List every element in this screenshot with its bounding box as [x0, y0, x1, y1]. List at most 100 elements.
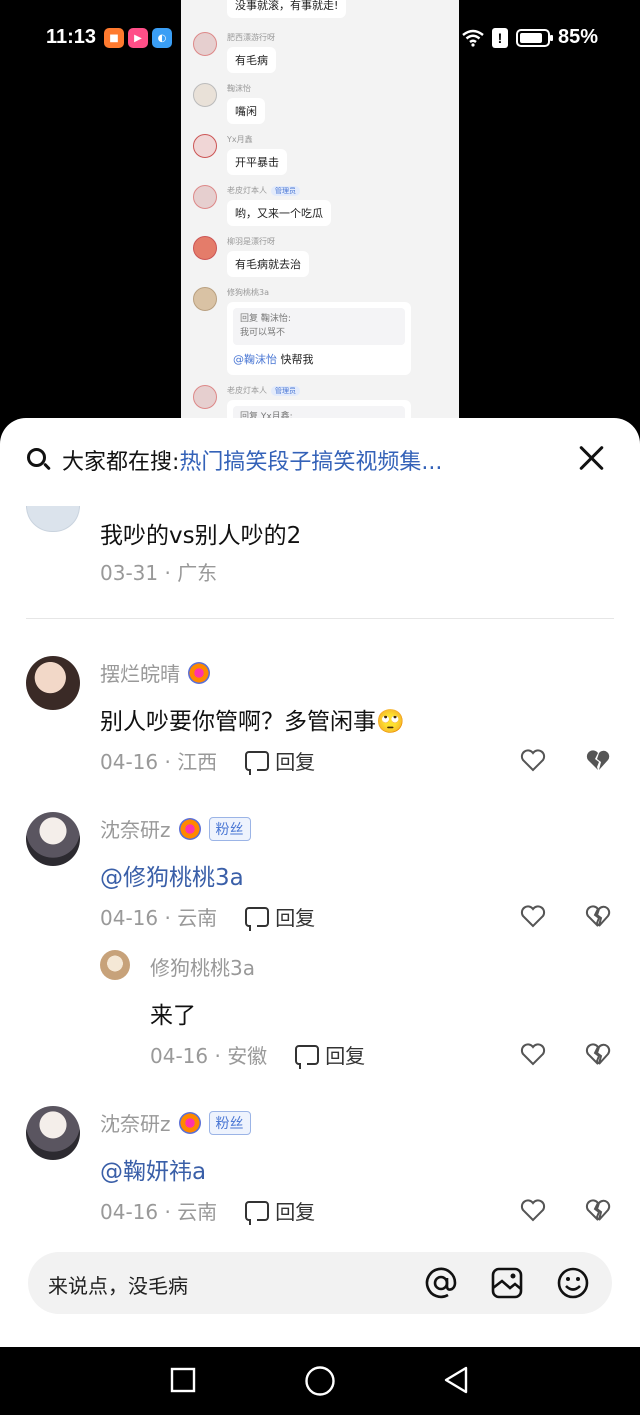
- video-message: 老皮灯本人 管理员 回复 Yx月鑫:: [193, 385, 411, 420]
- comment-meta: 04-16 · 江西 回复: [100, 746, 315, 775]
- like-heart-icon[interactable]: [520, 748, 546, 772]
- admin-tag: 管理员: [271, 185, 300, 196]
- video-name-row: 老皮灯本人 管理员: [227, 385, 411, 396]
- comment-meta: 04-16 · 安徽 回复: [150, 1040, 365, 1069]
- video-name: 老皮灯本人: [227, 186, 267, 195]
- reply-icon: [245, 1200, 270, 1225]
- comment-date: 04-16 · 江西: [100, 750, 218, 774]
- author-avatar[interactable]: [26, 506, 80, 532]
- like-heart-icon[interactable]: [520, 904, 546, 928]
- reply-label: 回复: [325, 1044, 366, 1068]
- comment-meta: 04-16 · 云南 回复: [100, 1196, 315, 1225]
- avatar: [193, 385, 217, 409]
- video-message: 鞠沫怡 嘴闲: [193, 83, 265, 124]
- status-time: 11:13: [46, 26, 97, 48]
- search-suggestion[interactable]: 大家都在搜: 热门搞笑段子搞笑视频集...: [26, 440, 614, 480]
- like-heart-icon[interactable]: [520, 1042, 546, 1066]
- close-icon[interactable]: [578, 444, 606, 472]
- divider: [26, 618, 614, 619]
- comment-mention-link[interactable]: @修狗桃桃3a: [100, 858, 244, 892]
- dislike-icon[interactable]: [585, 748, 611, 772]
- admin-tag: 管理员: [271, 385, 300, 396]
- avatar: [193, 287, 217, 311]
- reply-icon: [245, 750, 270, 775]
- quote-line: 我可以骂不: [240, 327, 286, 338]
- fan-tag: 粉丝: [208, 816, 251, 841]
- quote-line: 回复 鞠沫怡:: [240, 314, 291, 324]
- comment-author[interactable]: 摆烂皖晴: [100, 658, 180, 687]
- video-name: 老皮灯本人: [227, 386, 267, 395]
- comment-input-placeholder: 来说点，没毛病: [48, 1274, 188, 1298]
- search-icon: [26, 447, 52, 473]
- avatar[interactable]: [26, 812, 80, 866]
- fan-tag: 粉丝: [208, 1110, 251, 1135]
- avatar: [193, 185, 217, 209]
- comment-date: 04-16 · 安徽: [150, 1044, 268, 1068]
- battery-percent: 85%: [557, 26, 598, 48]
- avatar: [193, 32, 217, 56]
- video-bubble: 开平暴击: [227, 149, 287, 175]
- video-bubble: 回复 Yx月鑫:: [227, 400, 411, 420]
- like-heart-icon[interactable]: [520, 1198, 546, 1222]
- reply-icon: [295, 1044, 320, 1069]
- avatar[interactable]: [26, 656, 80, 710]
- reply-button[interactable]: 回复: [295, 1040, 365, 1069]
- reply-button[interactable]: 回复: [245, 1196, 315, 1225]
- video-bubble: 没事就滚，有事就走!: [227, 0, 347, 18]
- video-name: Yx月鑫: [227, 135, 253, 144]
- video-message: 老皮灯本人 管理员 哟，又来一个吃瓜: [193, 185, 331, 226]
- level-badge-icon: [188, 661, 210, 684]
- alert-icon: !: [491, 27, 508, 48]
- reply-button[interactable]: 回复: [245, 746, 315, 775]
- video-message: 柳羽是漂行呀 有毛病就去治: [193, 236, 309, 277]
- reply-button[interactable]: 回复: [245, 902, 315, 931]
- video-name: 肥西漂游行呀: [227, 33, 275, 42]
- wifi-icon: [462, 29, 484, 47]
- video-message: 修狗桃桃3a 回复 鞠沫怡: 我可以骂不 @鞠沫怡 快帮我: [193, 287, 411, 375]
- video-text: 快帮我: [277, 353, 314, 366]
- dislike-icon[interactable]: [585, 1198, 611, 1222]
- reply-label: 回复: [275, 750, 316, 774]
- recents-square-icon[interactable]: [170, 1367, 196, 1393]
- video-bubble: 哟，又来一个吃瓜: [227, 200, 331, 226]
- browser-icon: ◐: [152, 28, 172, 48]
- search-label: 大家都在搜:: [62, 450, 180, 475]
- dislike-icon[interactable]: [585, 1042, 611, 1066]
- video-name-row: 老皮灯本人 管理员: [227, 185, 331, 196]
- avatar[interactable]: [100, 950, 130, 980]
- system-nav-bar: [0, 1347, 640, 1415]
- comment-author-row: 摆烂皖晴: [100, 658, 210, 687]
- taobao-icon: ■: [104, 28, 124, 48]
- video-bubble: 有毛病: [227, 47, 276, 73]
- comment-author[interactable]: 沈奈研z: [100, 814, 171, 843]
- comment-sheet: 大家都在搜: 热门搞笑段子搞笑视频集... 我吵的vs别人吵的2 03-31 ·…: [0, 418, 640, 1347]
- post-caption: 我吵的vs别人吵的2: [100, 523, 302, 549]
- back-triangle-icon[interactable]: [442, 1365, 470, 1395]
- search-term-link[interactable]: 热门搞笑段子搞笑视频集...: [179, 444, 442, 476]
- video-name: 修狗桃桃3a: [227, 288, 269, 297]
- comment-input[interactable]: 来说点，没毛病: [28, 1252, 612, 1314]
- comment-author-row: 沈奈研z 粉丝: [100, 1108, 251, 1137]
- emoji-icon[interactable]: [556, 1266, 590, 1300]
- video-mention: @鞠沫怡: [233, 353, 277, 366]
- avatar[interactable]: [26, 1106, 80, 1160]
- battery-icon: [515, 28, 553, 47]
- video-bubble: 有毛病就去治: [227, 251, 309, 277]
- level-badge-icon: [178, 1111, 201, 1134]
- comment-author[interactable]: 沈奈研z: [100, 1108, 171, 1137]
- avatar: [193, 236, 217, 260]
- video-message: 没事就滚，有事就走!: [193, 0, 347, 18]
- video-frame[interactable]: 没事就滚，有事就走! 肥西漂游行呀 有毛病 鞠沫怡 嘴闲 Yx月鑫 开平暴击 老…: [181, 0, 459, 420]
- reply-icon: [245, 906, 270, 931]
- level-badge-icon: [178, 817, 201, 840]
- reply-label: 回复: [275, 906, 316, 930]
- image-sticker-icon[interactable]: [490, 1266, 524, 1300]
- avatar: [193, 134, 217, 158]
- comment-author[interactable]: 修狗桃桃3a: [150, 952, 255, 981]
- comment-date: 04-16 · 云南: [100, 906, 218, 930]
- dislike-icon[interactable]: [585, 904, 611, 928]
- home-circle-icon[interactable]: [304, 1365, 336, 1397]
- comment-mention-link[interactable]: @鞠妍祎a: [100, 1152, 206, 1186]
- video-bubble: 嘴闲: [227, 98, 265, 124]
- mention-at-icon[interactable]: [424, 1266, 458, 1300]
